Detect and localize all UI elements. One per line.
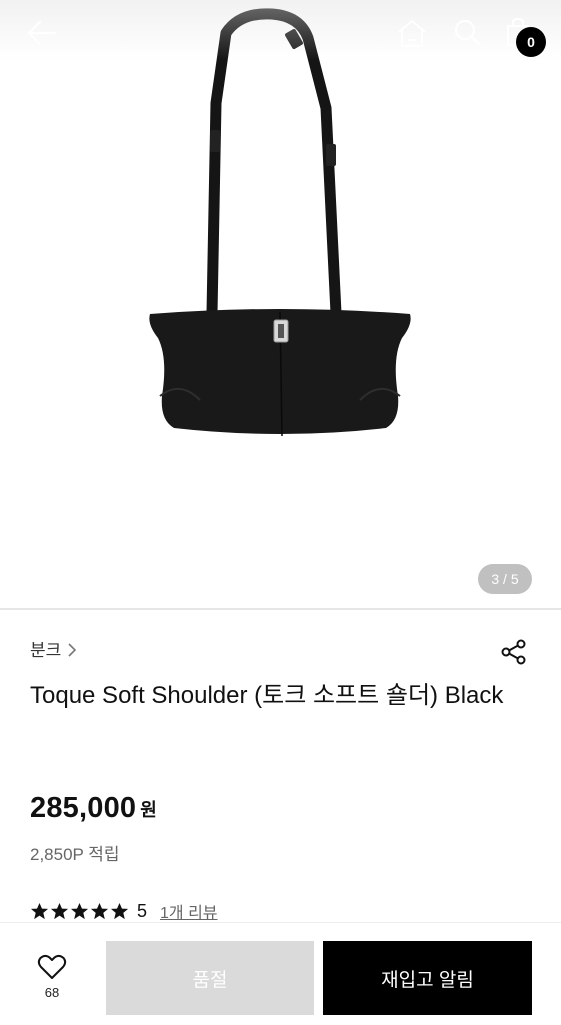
brand-link[interactable]: 분크 (30, 636, 77, 661)
home-icon (398, 20, 426, 47)
section-divider (0, 608, 561, 610)
rating-stars (30, 902, 129, 921)
chevron-right-icon (68, 642, 77, 657)
rating-value: 5 (137, 900, 148, 921)
bottom-action-bar: 68 품절 재입고 알림 (0, 922, 561, 1025)
heart-icon (37, 954, 67, 979)
product-image (149, 8, 411, 437)
star-icon (110, 902, 129, 919)
price-unit: 원 (140, 800, 157, 820)
star-icon (30, 902, 49, 919)
restock-alert-button[interactable]: 재입고 알림 (323, 941, 532, 1015)
star-icon (50, 902, 69, 919)
star-icon (70, 902, 89, 919)
wishlist-count: 68 (44, 985, 60, 1000)
image-counter: 3 / 5 (478, 564, 532, 594)
share-icon (501, 639, 526, 665)
wishlist-button[interactable]: 68 (22, 953, 82, 1009)
arrow-left-icon (27, 20, 57, 46)
product-image-gallery[interactable]: 3 / 5 (0, 0, 561, 608)
product-title: Toque Soft Shoulder (토크 소프트 숄더) Black (30, 682, 504, 709)
product-price: 285,000 (30, 792, 137, 824)
search-icon (454, 19, 482, 47)
cart-count-badge: 0 (516, 27, 546, 57)
back-button[interactable] (22, 16, 62, 50)
share-button[interactable] (498, 636, 530, 668)
price-row: 285,000 원 (30, 792, 157, 825)
home-button[interactable] (392, 14, 432, 52)
rating-row: 5 1개 리뷰 (30, 899, 218, 923)
reward-points: 2,850P 적립 (30, 845, 120, 864)
star-icon (90, 902, 109, 919)
review-count-link[interactable]: 1개 리뷰 (160, 899, 218, 923)
brand-name: 분크 (30, 641, 62, 660)
soldout-button[interactable]: 품절 (106, 941, 314, 1015)
search-button[interactable] (448, 14, 488, 52)
top-navigation-bar: 0 (0, 0, 561, 64)
